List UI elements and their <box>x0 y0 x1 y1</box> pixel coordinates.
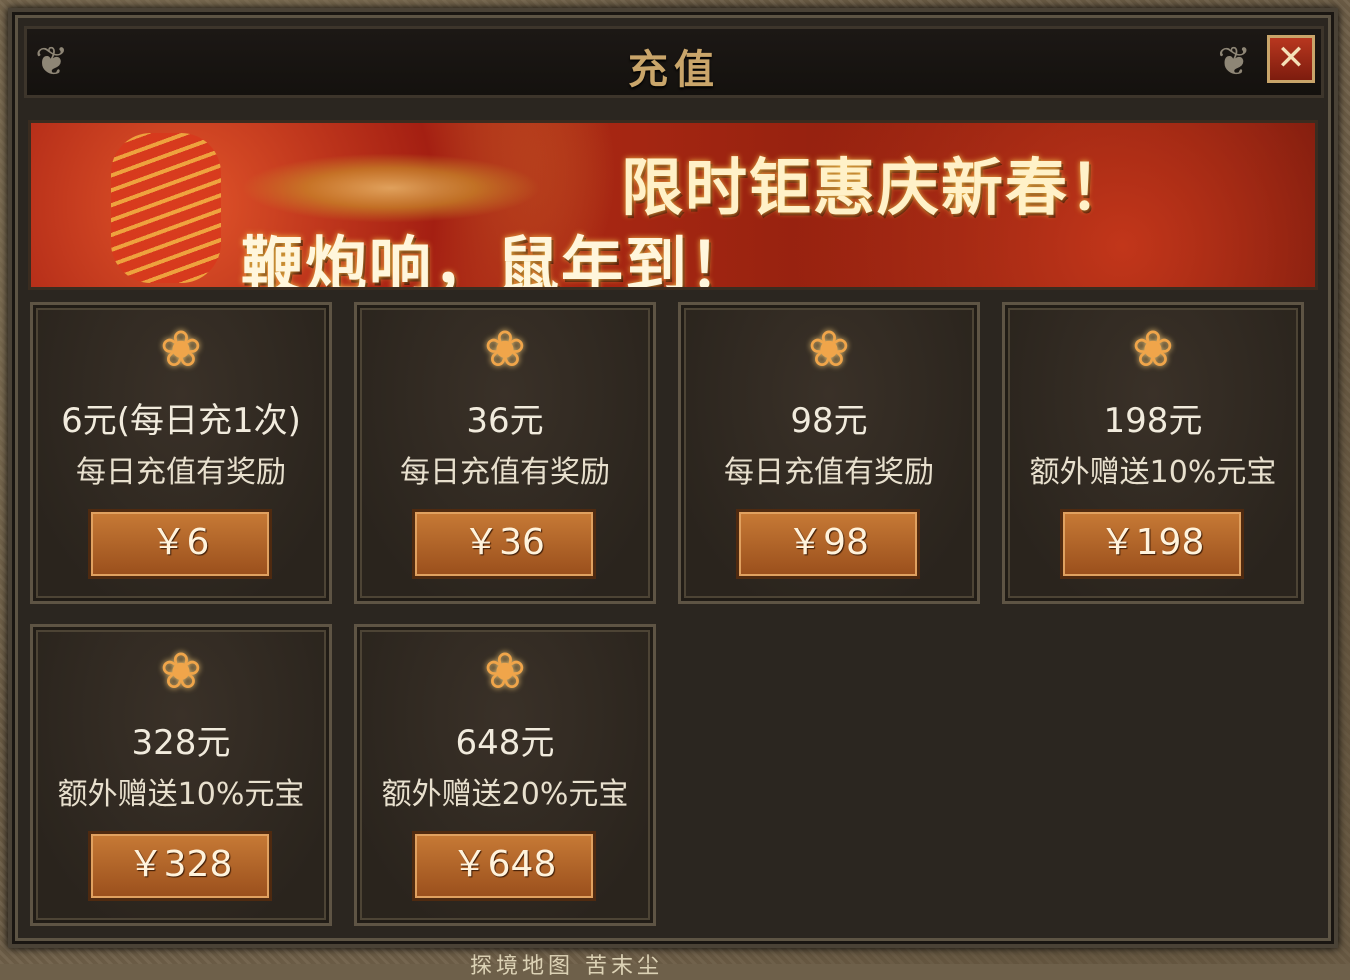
package-description: 额外赠送20%元宝 <box>381 777 629 812</box>
lotus-icon: ❀ <box>1132 320 1174 378</box>
buy-button-198[interactable]: ￥198 <box>1060 509 1244 579</box>
lotus-icon: ❀ <box>484 642 526 700</box>
package-grid: ❀ 6元(每日充1次) 每日充值有奖励 ￥6 ❀ 36元 每日充值有奖励 ￥36… <box>30 302 1320 942</box>
package-card-328: ❀ 328元 额外赠送10%元宝 ￥328 <box>30 624 332 926</box>
buy-button-36[interactable]: ￥36 <box>412 509 596 579</box>
package-card-98: ❀ 98元 每日充值有奖励 ￥98 <box>678 302 980 604</box>
title-bar: ❦ 充值 ❦ ✕ <box>24 26 1324 98</box>
package-price: 648元 <box>455 723 555 763</box>
package-price: 328元 <box>131 723 231 763</box>
lotus-icon: ❀ <box>160 320 202 378</box>
background-map-text: 探境地图 苦末尘 <box>470 954 663 979</box>
ornament-right-icon: ❦ <box>1217 39 1251 85</box>
lotus-icon: ❀ <box>808 320 850 378</box>
banner-headline: 限时钜惠庆新春！ <box>621 151 1134 224</box>
promo-banner: 限时钜惠庆新春！ 鞭炮响，鼠年到！ <box>28 120 1318 290</box>
package-description: 每日充值有奖励 <box>76 455 286 490</box>
package-description: 额外赠送10%元宝 <box>1029 455 1277 490</box>
buy-button-98[interactable]: ￥98 <box>736 509 920 579</box>
package-price: 6元(每日充1次) <box>61 401 301 441</box>
buy-button-648[interactable]: ￥648 <box>412 831 596 901</box>
package-card-198: ❀ 198元 额外赠送10%元宝 ￥198 <box>1002 302 1304 604</box>
lotus-icon: ❀ <box>160 642 202 700</box>
buy-button-328[interactable]: ￥328 <box>88 831 272 901</box>
package-description: 每日充值有奖励 <box>400 455 610 490</box>
package-card-6: ❀ 6元(每日充1次) 每日充值有奖励 ￥6 <box>30 302 332 604</box>
recharge-window: ❦ 充值 ❦ ✕ 限时钜惠庆新春！ 鞭炮响，鼠年到！ ❀ 6元(每日充1次) 每… <box>8 8 1338 948</box>
close-button[interactable]: ✕ <box>1267 35 1315 83</box>
lotus-icon: ❀ <box>484 320 526 378</box>
gold-ingot-image <box>241 153 541 223</box>
package-price: 36元 <box>466 401 544 441</box>
banner-subheadline: 鞭炮响，鼠年到！ <box>241 229 754 290</box>
package-price: 98元 <box>790 401 868 441</box>
package-price: 198元 <box>1103 401 1203 441</box>
package-description: 每日充值有奖励 <box>724 455 934 490</box>
package-card-36: ❀ 36元 每日充值有奖励 ￥36 <box>354 302 656 604</box>
package-description: 额外赠送10%元宝 <box>57 777 305 812</box>
firecracker-image <box>111 133 221 283</box>
buy-button-6[interactable]: ￥6 <box>88 509 272 579</box>
package-card-648: ❀ 648元 额外赠送20%元宝 ￥648 <box>354 624 656 926</box>
